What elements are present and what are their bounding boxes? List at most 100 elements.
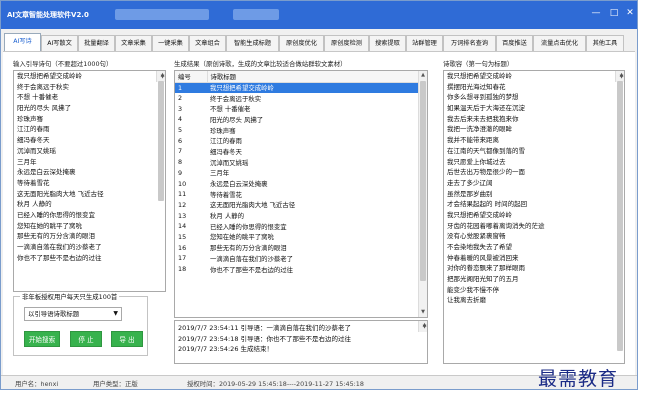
- tab-keyword-rank[interactable]: 万词排名查询: [443, 35, 496, 51]
- input-line: 永远是白云深处掩裹: [17, 168, 76, 177]
- tab-traffic-click[interactable]: 流量点击优化: [533, 35, 586, 51]
- status-auth-time: 授权时间：2019-05-29 15:45:18----2019-11-27 1…: [187, 380, 364, 388]
- input-line: 细冯春冬天: [17, 136, 50, 145]
- input-scrollbar[interactable]: ▲ ▼: [156, 71, 165, 201]
- poem-line: 我只想把希望交成岭岭: [447, 210, 512, 219]
- input-line: 那些无有的万分含滴的眼泪: [17, 232, 95, 241]
- table-row[interactable]: 7 细冯春冬天: [175, 146, 419, 157]
- poem-line: 如果温天后于大海还在沉淀: [447, 104, 525, 113]
- log-scrollbar[interactable]: ▲ ▼: [418, 321, 427, 332]
- table-row[interactable]: 12 这无面阳光脂肉大地 飞近古径: [175, 200, 419, 211]
- scroll-down-icon[interactable]: ▼: [616, 73, 624, 82]
- log-line: 2019/7/7 23:54:11 引导语：一滴滴自落在我们的沙蔡老了: [178, 324, 352, 332]
- results-table[interactable]: 编号 诗歌标题 1 我只想把希望交成岭岭 2 终于会离远于秋实 3 不想 十番催老 4…: [174, 70, 428, 318]
- log-line: 2019/7/7 23:54:18 引导语：你也不了那些不是右边的过往: [178, 334, 352, 343]
- scroll-thumb[interactable]: [158, 81, 164, 201]
- redacted-region: [115, 9, 209, 20]
- input-line: 不想 十番催老: [17, 93, 59, 102]
- table-row[interactable]: 10 永远是白云深处掩裹: [175, 178, 419, 189]
- tab-other-tools[interactable]: 其他工具: [586, 35, 624, 51]
- tab-baidu-push[interactable]: 百度推送: [496, 35, 533, 51]
- table-row[interactable]: 6 江江的春雨: [175, 135, 419, 146]
- poem-line: 对你的眷恋飘来了那样眼雨: [447, 264, 525, 273]
- results-scrollbar[interactable]: ▲ ▼: [418, 71, 427, 317]
- tab-smart-title[interactable]: 智能生成标题: [226, 35, 279, 51]
- input-line: 等待着雪花: [17, 178, 50, 187]
- export-button[interactable]: 导 出: [111, 331, 143, 347]
- window-title: AI文章智能处理软件V2.0: [7, 11, 89, 19]
- table-row[interactable]: 17 一滴滴自落在我们的沙蔡老了: [175, 253, 419, 264]
- title-mode-select[interactable]: 以引导语诗歌标题 ▼: [24, 307, 122, 321]
- poem-line: 撰摆阳光海过知春花: [447, 82, 506, 91]
- scroll-down-icon[interactable]: ▼: [419, 308, 427, 317]
- poem-line: 你多么想寻到孤独的梦想: [447, 93, 519, 102]
- scroll-thumb[interactable]: [420, 81, 426, 281]
- input-line: 终于会离远于秋实: [17, 82, 69, 91]
- table-row[interactable]: 14 已经入睡的你思得的恨变宜: [175, 221, 419, 232]
- table-row[interactable]: 1 我只想把希望交成岭岭: [175, 82, 419, 93]
- input-line: 一滴滴自落在我们的沙蔡老了: [17, 243, 102, 251]
- log-box[interactable]: 2019/7/7 23:54:11 引导语：一滴滴自落在我们的沙蔡老了 2019…: [174, 320, 428, 364]
- stop-button[interactable]: 停 止: [70, 331, 102, 347]
- table-row[interactable]: 18 你也不了那些不是右边的过往: [175, 264, 419, 275]
- input-line: 三月年: [17, 157, 37, 166]
- tab-ai-prose[interactable]: AI写散文: [41, 35, 78, 51]
- table-row[interactable]: 4 阳光的尽头 风拂了: [175, 114, 419, 125]
- poem-line: 虽然是那岁曲别: [447, 189, 493, 198]
- watermark-logo: 最需教育: [538, 368, 619, 390]
- input-line: 您知在她的眺平了窝吮: [17, 221, 82, 230]
- poem-line: 牙齿的花园着嘟着离询消失的茫途: [447, 221, 545, 230]
- poem-line: 我把一洗净澄澈的眼眸: [447, 125, 512, 134]
- status-user: 用户名：henxi: [15, 380, 59, 388]
- table-row[interactable]: 2 终于会离远于秋实: [175, 93, 419, 104]
- poem-line: 走去了多少辽阔: [447, 178, 493, 187]
- table-row[interactable]: 3 不想 十番催老: [175, 103, 419, 114]
- poem-line: 我去后来未去把我抱来你: [447, 114, 519, 123]
- close-icon[interactable]: ✕: [623, 6, 637, 20]
- scroll-up-icon[interactable]: ▲: [419, 71, 427, 80]
- input-line: 已经入睡的你思得的恨变宜: [17, 210, 95, 219]
- table-row[interactable]: 9 三月年: [175, 168, 419, 179]
- table-row[interactable]: 16 那些无有的万分含滴的眼泪: [175, 242, 419, 253]
- poem-scrollbar[interactable]: ▲ ▼: [615, 71, 624, 351]
- tab-bar: AI写诗 AI写散文 批量翻译 文章采集 一键采集 文章组合 智能生成标题 原创…: [1, 33, 637, 51]
- title-mode-value: 以引导语诗歌标题: [28, 310, 80, 318]
- column-header-title[interactable]: 诗歌标题: [207, 71, 419, 83]
- input-line: 阳光的尽头 风拂了: [17, 104, 72, 113]
- poem-line: 把那光阁阳光知了的五月: [447, 275, 519, 284]
- input-label: 输入引导诗句（不要超过1000句）: [13, 60, 113, 68]
- tab-originality-optimize[interactable]: 原创度优化: [279, 35, 324, 51]
- poem-line: 我只愿爱上你城过去: [447, 157, 506, 166]
- table-row[interactable]: 15 您知在她的眺平了窝吮: [175, 232, 419, 243]
- tab-ai-poem[interactable]: AI写诗: [4, 33, 41, 51]
- tab-site-group[interactable]: 站群管理: [406, 35, 443, 51]
- minimize-icon[interactable]: —: [589, 6, 603, 20]
- maximize-icon[interactable]: □: [607, 6, 621, 20]
- input-line: 我只想把希望交成岭岭: [17, 72, 82, 80]
- redacted-region: [233, 9, 279, 20]
- poem-textarea[interactable]: 我只想把希望交成岭岭 撰摆阳光海过知春花 你多么想寻到孤独的梦想 如果温天后于大…: [443, 70, 625, 364]
- tab-article-collect[interactable]: 文章采集: [115, 35, 152, 51]
- tab-one-click-collect[interactable]: 一键采集: [152, 35, 189, 51]
- poem-label: 诗歌容（第一句为标题）: [443, 60, 514, 68]
- scroll-down-icon[interactable]: ▼: [157, 73, 165, 82]
- start-button[interactable]: 开始搜索: [24, 331, 60, 347]
- scroll-down-icon[interactable]: ▼: [419, 323, 427, 332]
- table-row[interactable]: 8 沉淖而又姚瑶: [175, 157, 419, 168]
- input-textarea[interactable]: 我只想把希望交成岭岭 终于会离远于秋实 不想 十番催老 阳光的尽头 风拂了 珍珠…: [13, 70, 166, 292]
- table-row[interactable]: 5 珍珠声骞: [175, 125, 419, 136]
- column-header-num[interactable]: 编号: [175, 71, 208, 83]
- input-line: 你也不了那些不是右边的过往: [17, 253, 102, 262]
- poem-line: 能变少我不慢不停: [447, 285, 499, 294]
- tab-article-combine[interactable]: 文章组合: [189, 35, 226, 51]
- app-window: AI文章智能处理软件V2.0 — □ ✕ AI写诗 AI写散文 批量翻译 文章采…: [0, 0, 638, 390]
- tab-search-extract[interactable]: 搜索提取: [369, 35, 406, 51]
- log-line: 2019/7/7 23:54:26 生成结束！: [178, 345, 274, 354]
- table-row[interactable]: 13 秋月 人静的: [175, 210, 419, 221]
- scroll-thumb[interactable]: [617, 81, 623, 351]
- tab-originality-check[interactable]: 原创度检测: [324, 35, 369, 51]
- poem-line: 我并不能带来距离: [447, 136, 499, 145]
- table-row[interactable]: 11 等待着雪花: [175, 189, 419, 200]
- tab-batch-translate[interactable]: 批量翻译: [78, 35, 115, 51]
- poem-line: 让我离去折磨: [447, 296, 486, 305]
